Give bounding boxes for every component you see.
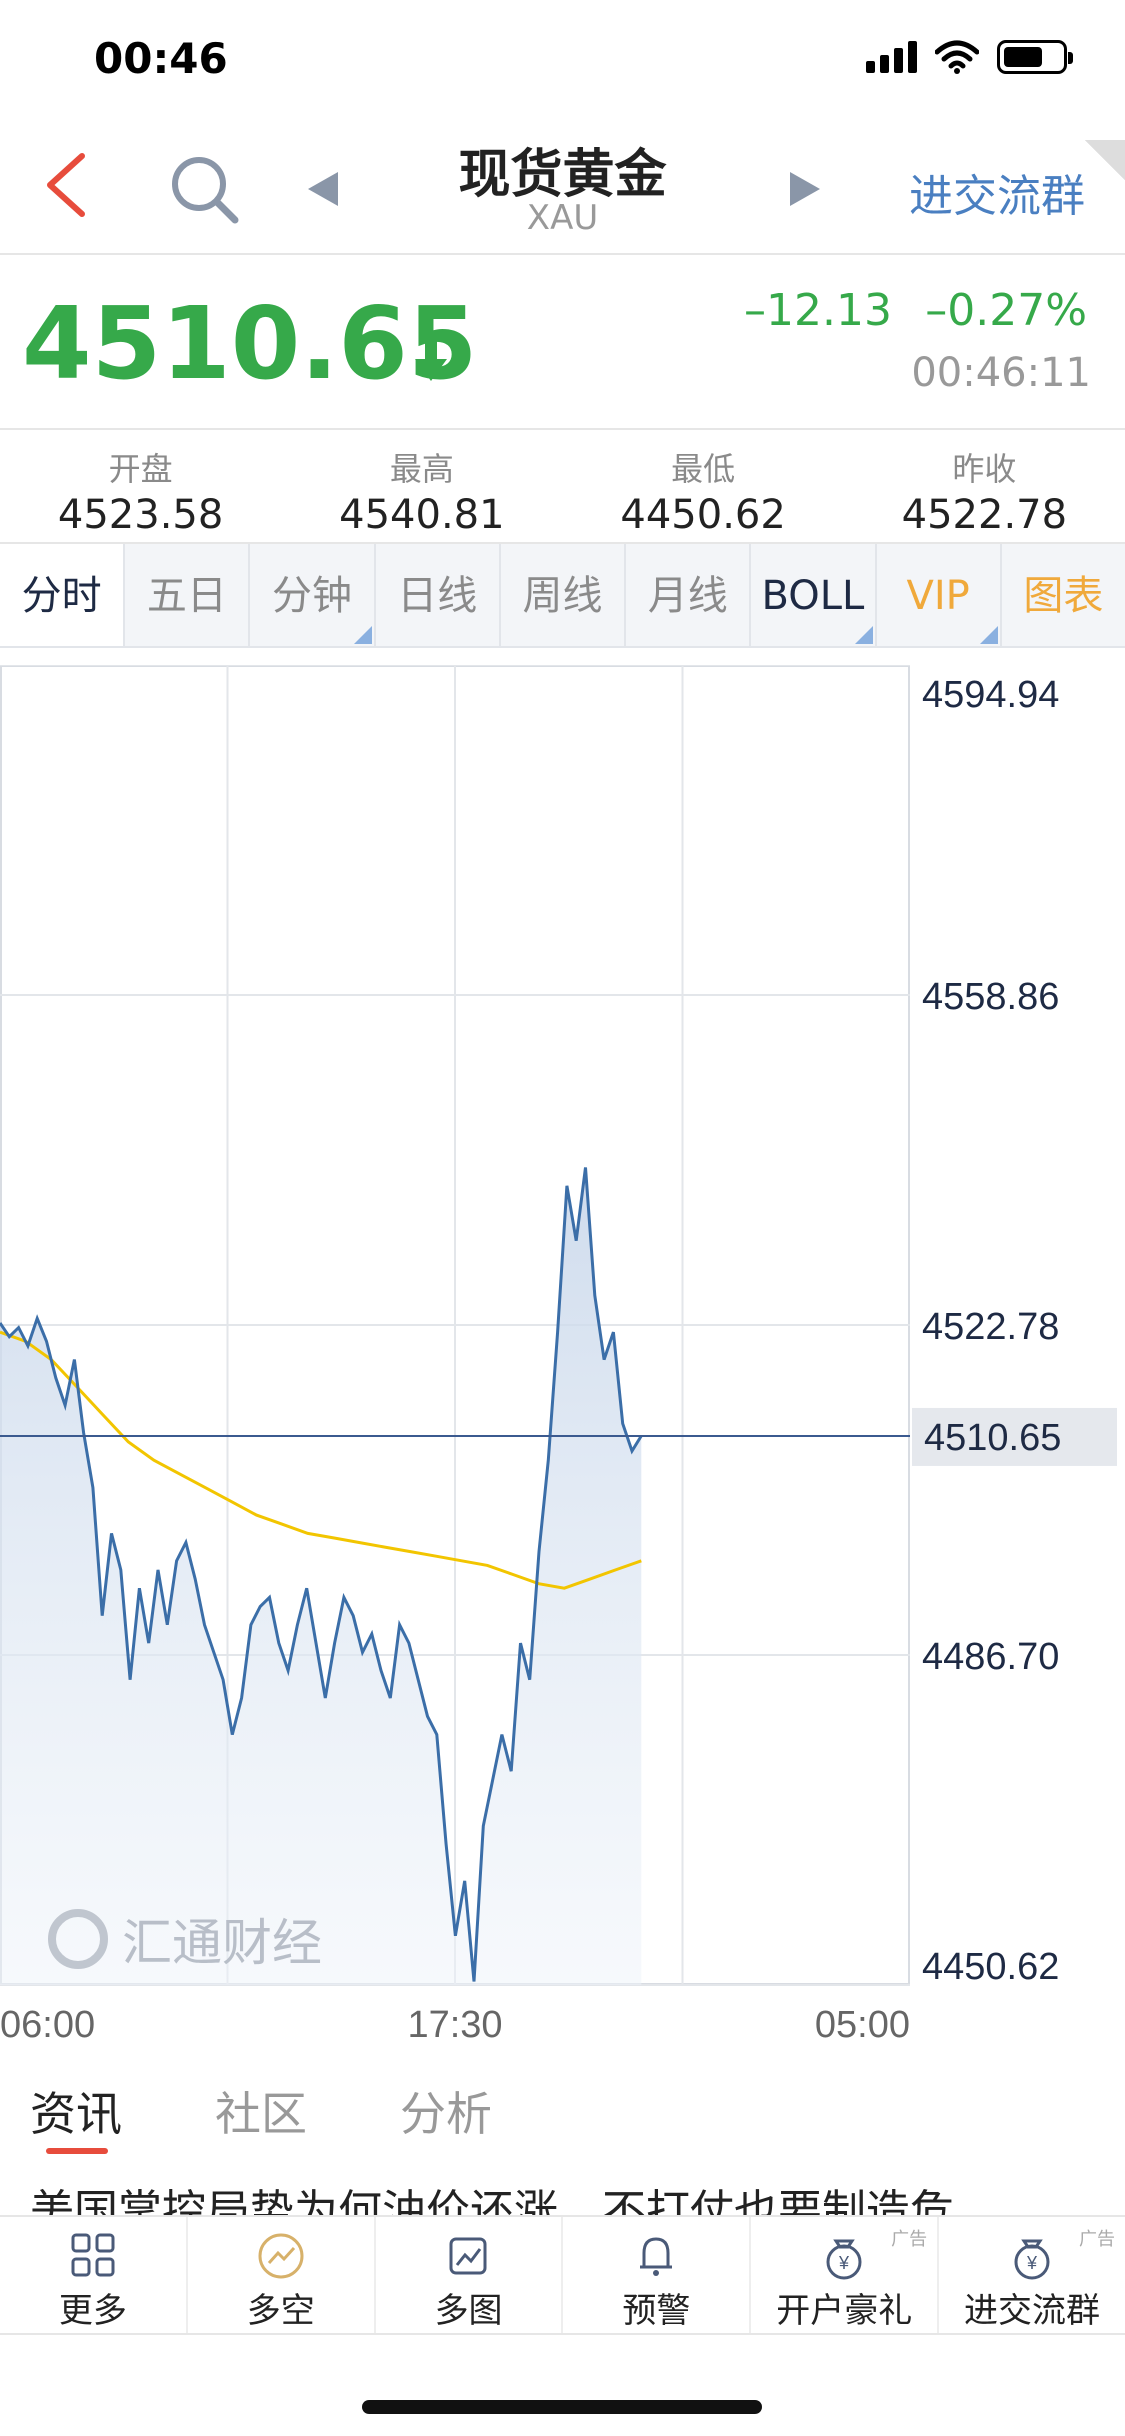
y-tick-label: 4522.78 — [922, 1306, 1059, 1348]
status-icons — [866, 40, 1073, 74]
trend-icon — [258, 2233, 304, 2279]
price-change-percent: –0.27% — [925, 285, 1087, 336]
active-tab-indicator — [46, 2148, 108, 2154]
wifi-icon — [935, 40, 979, 74]
status-time: 00:46 — [94, 34, 228, 83]
toolbar-multi-chart[interactable]: 多图 — [376, 2217, 564, 2333]
content-tabs: 资讯 社区 分析 — [0, 2068, 1125, 2158]
bell-icon — [640, 2237, 673, 2276]
tab-monthly[interactable]: 月线 — [626, 544, 752, 646]
tab-weekly[interactable]: 周线 — [501, 544, 627, 646]
svg-text:¥: ¥ — [838, 2253, 850, 2273]
chart-period-tabs: 分时 五日 分钟 日线 周线 月线 BOLL VIP 图表 — [0, 544, 1125, 648]
nav-bar: 现货黄金 XAU 进交流群 — [0, 120, 1125, 255]
current-price-tag: 4510.65 — [924, 1417, 1061, 1459]
next-instrument-icon[interactable] — [790, 172, 820, 206]
watermark-text: 汇通财经 — [122, 1914, 322, 1972]
multi-chart-icon — [449, 2237, 487, 2275]
tab-vip[interactable]: VIP — [877, 544, 1002, 646]
tab-community[interactable]: 社区 — [215, 2078, 307, 2144]
watermark-logo-icon — [48, 1909, 108, 1969]
money-bag-icon: ¥ — [1014, 2239, 1050, 2280]
tab-analysis[interactable]: 分析 — [400, 2078, 492, 2144]
tab-news[interactable]: 资讯 — [30, 2078, 122, 2144]
watermark: 汇通财经 — [48, 1903, 322, 1975]
stat-low: 最低 4450.62 — [620, 450, 786, 538]
status-bar: 00:46 — [0, 0, 1125, 120]
news-headline[interactable]: 美国掌控局势为何油价还涨，不打仗也要制造危 — [30, 2175, 1100, 2215]
quote-time: 00:46:11 — [911, 350, 1091, 396]
intraday-chart[interactable]: 4510.65 4594.94 4558.86 4522.78 4486.70 4450… — [0, 664, 1125, 2046]
y-tick-label: 4450.62 — [922, 1946, 1059, 1988]
quote-panel: 4510.65 –12.13 –0.27% 00:46:11 — [0, 255, 1125, 430]
grid-icon — [71, 2233, 115, 2277]
svg-text:¥: ¥ — [1026, 2253, 1038, 2273]
x-tick-label: 17:30 — [407, 2004, 502, 2045]
y-tick-label: 4594.94 — [922, 674, 1059, 716]
y-tick-label: 4558.86 — [922, 976, 1059, 1018]
stats-row: 开盘 4523.58 最高 4540.81 最低 4450.62 昨收 4522… — [0, 430, 1125, 544]
price-down-arrow-icon — [415, 335, 447, 381]
ad-corner-badge — [1085, 140, 1125, 180]
intraday-chart-svg[interactable]: 4510.65 4594.94 4558.86 4522.78 4486.70 4450… — [0, 664, 1125, 2046]
price-area-fill — [0, 1167, 642, 1985]
current-price: 4510.65 — [22, 285, 478, 402]
toolbar-open-account[interactable]: 广告 ¥ 开户豪礼 — [751, 2217, 940, 2333]
tab-five-day[interactable]: 五日 — [125, 544, 251, 646]
ad-badge: 广告 — [891, 2229, 928, 2250]
toolbar-long-short[interactable]: 多空 — [188, 2217, 376, 2333]
money-bag-icon: ¥ — [826, 2239, 862, 2280]
tab-boll[interactable]: BOLL — [751, 544, 877, 646]
battery-icon — [997, 40, 1073, 74]
stat-high: 最高 4540.81 — [339, 450, 505, 538]
x-tick-label: 06:00 — [0, 2004, 95, 2045]
join-group-link[interactable]: 进交流群 — [909, 160, 1085, 224]
stat-open: 开盘 4523.58 — [57, 450, 224, 538]
price-change: –12.13 — [744, 285, 892, 336]
toolbar-join-group[interactable]: 广告 ¥ 进交流群 — [939, 2217, 1125, 2333]
tab-intraday[interactable]: 分时 — [0, 544, 126, 646]
toolbar-alert[interactable]: 预警 — [563, 2217, 752, 2333]
x-tick-label: 05:00 — [815, 2004, 910, 2045]
bottom-toolbar: 更多 多空 多图 预警 广告 ¥ 开户豪礼 广告 ¥ 进交流群 — [0, 2215, 1125, 2335]
tab-daily[interactable]: 日线 — [376, 544, 501, 646]
cellular-signal-icon — [866, 41, 917, 73]
home-indicator[interactable] — [362, 2400, 762, 2414]
toolbar-more[interactable]: 更多 — [0, 2217, 188, 2333]
stat-prev-close: 昨收 4522.78 — [901, 450, 1068, 538]
tab-chart[interactable]: 图表 — [1002, 544, 1125, 646]
y-tick-label: 4486.70 — [922, 1636, 1059, 1678]
ad-badge: 广告 — [1078, 2229, 1115, 2250]
tab-minute[interactable]: 分钟 — [250, 544, 376, 646]
